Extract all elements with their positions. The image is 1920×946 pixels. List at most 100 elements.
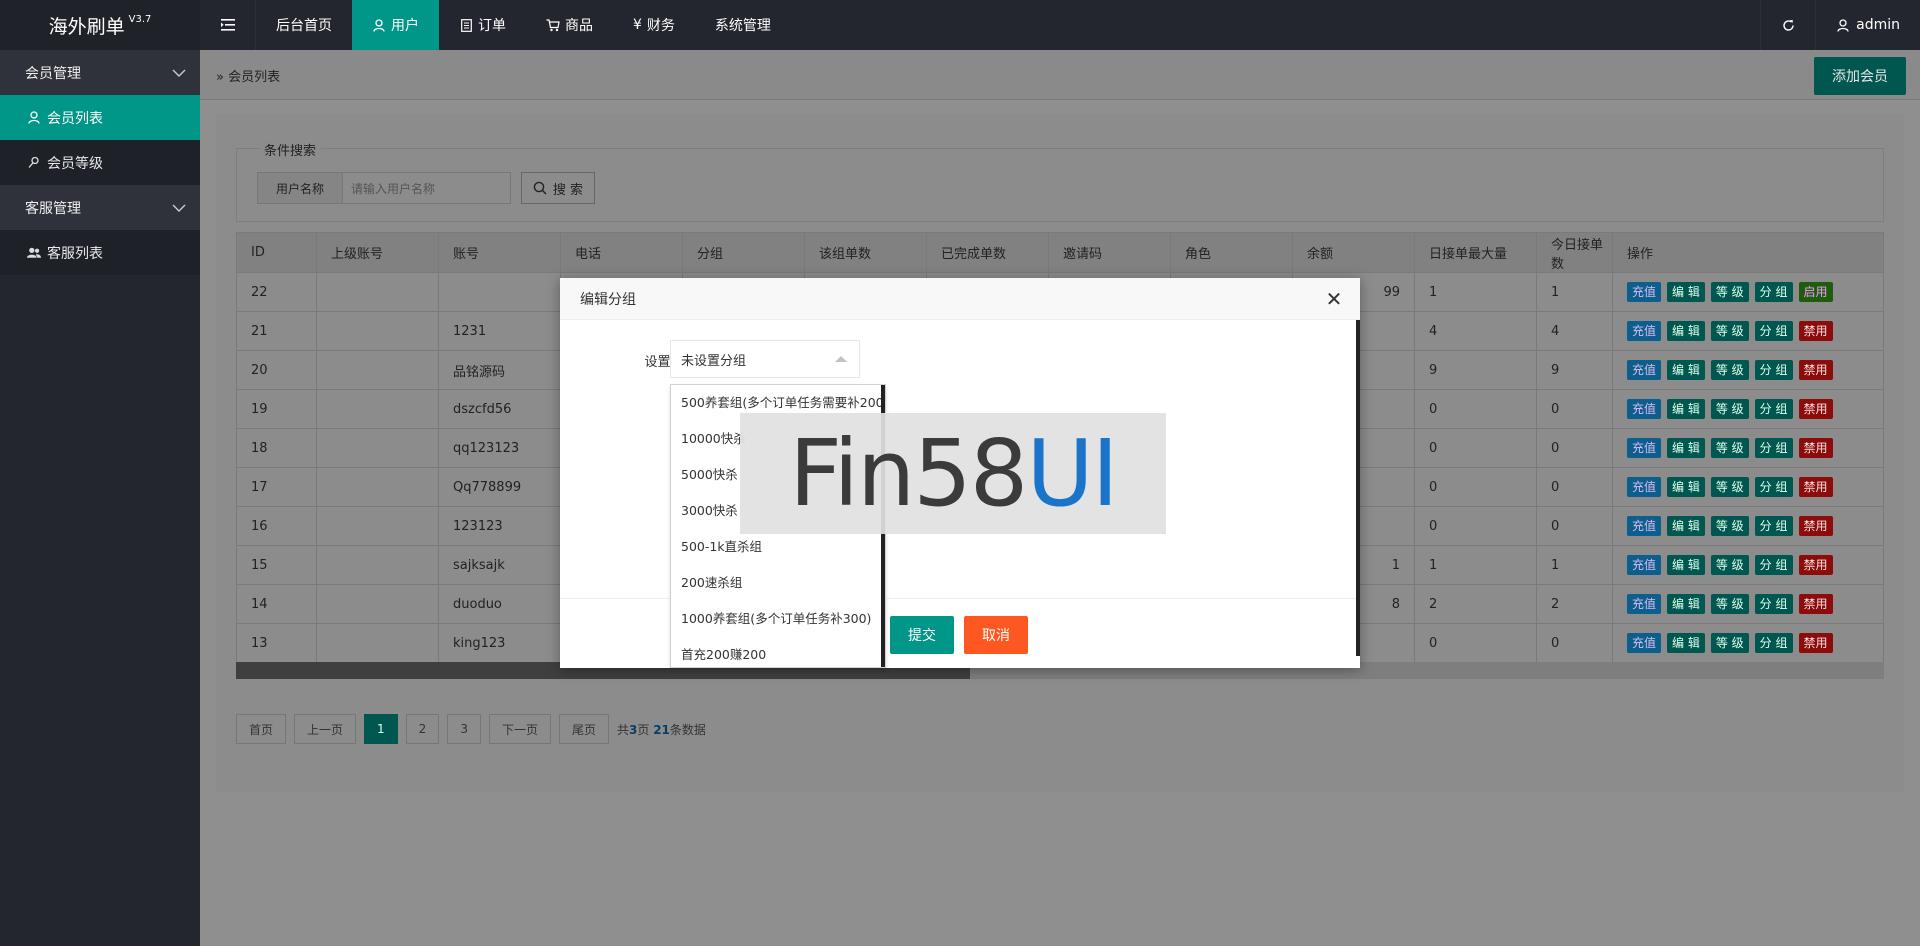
edit-button[interactable]: 编 辑 [1667, 477, 1705, 497]
cell-account: 123123 [438, 506, 561, 546]
topnav-goods-label: 商品 [565, 18, 593, 34]
disable-button[interactable]: 禁用 [1798, 321, 1833, 341]
topnav-user-label: 用户 [391, 18, 419, 34]
cancel-button[interactable]: 取消 [964, 616, 1028, 654]
caret-up-icon [835, 356, 847, 362]
topnav-finance[interactable]: ¥ 财务 [613, 0, 695, 50]
recharge-button[interactable]: 充值 [1627, 594, 1662, 614]
disable-button[interactable]: 禁用 [1798, 594, 1833, 614]
level-button[interactable]: 等 级 [1710, 594, 1749, 614]
cell-id: 15 [236, 545, 317, 585]
sidebar-group-members[interactable]: 会员管理 [0, 50, 200, 95]
search-button[interactable]: 搜 索 [521, 172, 595, 204]
group-button[interactable]: 分 组 [1754, 516, 1793, 536]
edit-button[interactable]: 编 辑 [1667, 360, 1705, 380]
edit-button[interactable]: 编 辑 [1667, 633, 1705, 653]
pager-page-3[interactable]: 3 [447, 714, 481, 744]
group-select[interactable]: 未设置分组 [670, 340, 860, 378]
level-button[interactable]: 等 级 [1710, 555, 1749, 575]
level-button[interactable]: 等 级 [1710, 438, 1749, 458]
add-member-button[interactable]: 添加会员 [1814, 57, 1906, 95]
recharge-button[interactable]: 充值 [1627, 282, 1662, 302]
user-menu[interactable]: admin [1815, 0, 1920, 50]
search-button-label: 搜 索 [552, 182, 584, 198]
topnav-goods[interactable]: 商品 [526, 0, 613, 50]
disable-button[interactable]: 禁用 [1798, 399, 1833, 419]
dropdown-option[interactable]: 200速杀组 [671, 565, 885, 601]
cell-today: 0 [1536, 467, 1613, 507]
topnav-user[interactable]: 用户 [352, 0, 439, 50]
dropdown-option[interactable]: 首充200赚200 [671, 637, 885, 667]
edit-button[interactable]: 编 辑 [1667, 594, 1705, 614]
close-icon[interactable]: ✕ [1324, 289, 1344, 309]
group-button[interactable]: 分 组 [1754, 594, 1793, 614]
recharge-button[interactable]: 充值 [1627, 399, 1662, 419]
refresh-button[interactable] [1760, 0, 1815, 50]
search-input[interactable]: 请输入用户名称 [343, 172, 511, 204]
disable-button[interactable]: 禁用 [1798, 360, 1833, 380]
cell-daily-max: 0 [1414, 506, 1537, 546]
edit-button[interactable]: 编 辑 [1667, 321, 1705, 341]
edit-button[interactable]: 编 辑 [1667, 555, 1705, 575]
recharge-button[interactable]: 充值 [1627, 555, 1662, 575]
recharge-button[interactable]: 充值 [1627, 633, 1662, 653]
breadcrumb-bar: » 会员列表 添加会员 [200, 50, 1920, 100]
sidebar-item-member-list[interactable]: 会员列表 [0, 95, 200, 140]
edit-button[interactable]: 编 辑 [1667, 516, 1705, 536]
cell-parent [316, 623, 439, 663]
cell-today: 2 [1536, 584, 1613, 624]
sidebar-group-service[interactable]: 客服管理 [0, 185, 200, 230]
sidebar-group-label: 客服管理 [25, 200, 81, 217]
disable-button[interactable]: 禁用 [1798, 555, 1833, 575]
pager-next[interactable]: 下一页 [488, 714, 551, 744]
modal-scrollbar[interactable] [1356, 320, 1360, 656]
dropdown-option[interactable]: 1000养套组(多个订单任务补300) [671, 601, 885, 637]
sidebar-item-service-list[interactable]: 客服列表 [0, 230, 200, 275]
pager-first[interactable]: 首页 [236, 714, 287, 744]
pager-total-records: 21 [653, 722, 670, 737]
recharge-button[interactable]: 充值 [1627, 477, 1662, 497]
app-logo[interactable]: 海外刷单 V3.7 [0, 0, 200, 50]
user-icon [372, 18, 386, 32]
level-button[interactable]: 等 级 [1710, 477, 1749, 497]
recharge-button[interactable]: 充值 [1627, 360, 1662, 380]
topnav-system[interactable]: 系统管理 [695, 0, 791, 50]
edit-button[interactable]: 编 辑 [1667, 282, 1705, 302]
recharge-button[interactable]: 充值 [1627, 438, 1662, 458]
level-button[interactable]: 等 级 [1710, 360, 1749, 380]
pager-last[interactable]: 尾页 [558, 714, 609, 744]
disable-button[interactable]: 禁用 [1798, 438, 1833, 458]
group-button[interactable]: 分 组 [1754, 438, 1793, 458]
topnav-orders[interactable]: 订单 [439, 0, 526, 50]
dropdown-option[interactable]: 500-1k直杀组 [671, 529, 885, 565]
level-button[interactable]: 等 级 [1710, 633, 1749, 653]
recharge-button[interactable]: 充值 [1627, 321, 1662, 341]
edit-button[interactable]: 编 辑 [1667, 438, 1705, 458]
pager-page-2[interactable]: 2 [405, 714, 440, 744]
menu-toggle-button[interactable] [200, 0, 256, 50]
pager-prev[interactable]: 上一页 [294, 714, 357, 744]
level-button[interactable]: 等 级 [1710, 282, 1749, 302]
group-button[interactable]: 分 组 [1754, 360, 1793, 380]
pager-page-1[interactable]: 1 [364, 714, 398, 744]
disable-button[interactable]: 禁用 [1798, 516, 1833, 536]
chevron-down-icon [172, 201, 186, 215]
cell-today: 0 [1536, 623, 1613, 663]
recharge-button[interactable]: 充值 [1627, 516, 1662, 536]
disable-button[interactable]: 禁用 [1798, 633, 1833, 653]
edit-button[interactable]: 编 辑 [1667, 399, 1705, 419]
submit-button[interactable]: 提交 [890, 616, 954, 654]
group-button[interactable]: 分 组 [1754, 633, 1793, 653]
sidebar-item-member-level[interactable]: 会员等级 [0, 140, 200, 185]
level-button[interactable]: 等 级 [1710, 516, 1749, 536]
group-button[interactable]: 分 组 [1754, 555, 1793, 575]
level-button[interactable]: 等 级 [1710, 399, 1749, 419]
group-button[interactable]: 分 组 [1754, 321, 1793, 341]
topnav-home[interactable]: 后台首页 [256, 0, 352, 50]
disable-button[interactable]: 禁用 [1798, 477, 1833, 497]
enable-button[interactable]: 启用 [1798, 282, 1833, 302]
group-button[interactable]: 分 组 [1754, 282, 1793, 302]
group-button[interactable]: 分 组 [1754, 477, 1793, 497]
group-button[interactable]: 分 组 [1754, 399, 1793, 419]
level-button[interactable]: 等 级 [1710, 321, 1749, 341]
